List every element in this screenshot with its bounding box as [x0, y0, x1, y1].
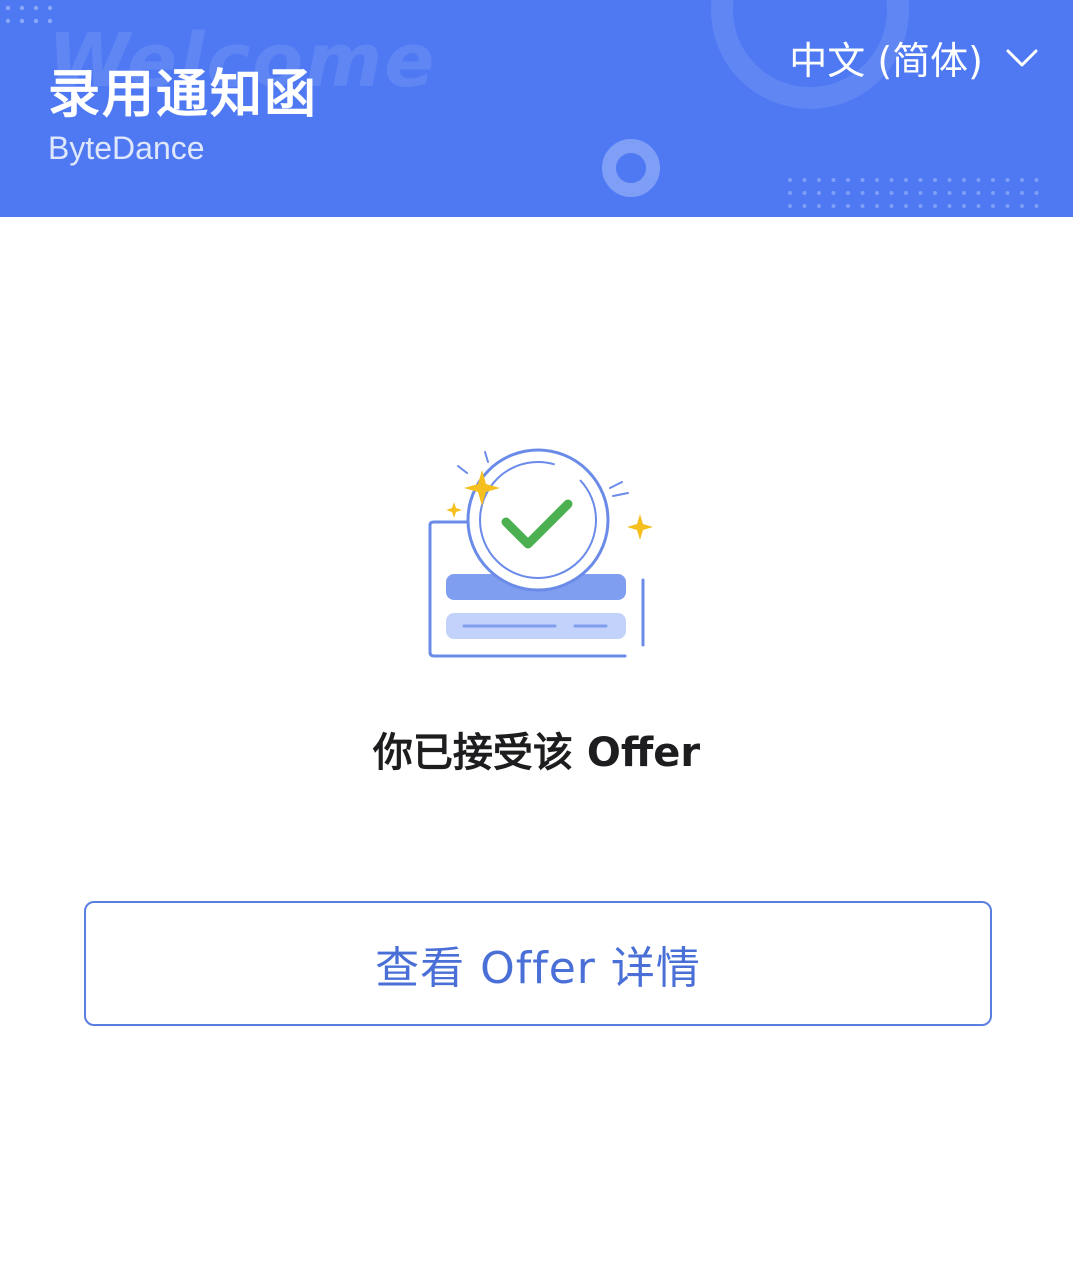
- offer-accepted-checkmark-icon: [428, 448, 653, 658]
- language-label: 中文 (简体): [789, 39, 983, 83]
- view-offer-details-button[interactable]: 查看 Offer 详情: [84, 901, 992, 1026]
- language-selector[interactable]: 中文 (简体): [789, 30, 1039, 85]
- company-name: ByteDance: [48, 130, 205, 166]
- chevron-down-icon: [1006, 49, 1038, 66]
- offer-status-text: 你已接受该 Offer: [372, 730, 701, 776]
- header-banner: Welcome 录用通知函 ByteDance 中文 (简体): [0, 0, 1073, 217]
- view-offer-details-label: 查看 Offer 详情: [375, 942, 701, 994]
- page-title: 录用通知函: [48, 65, 319, 125]
